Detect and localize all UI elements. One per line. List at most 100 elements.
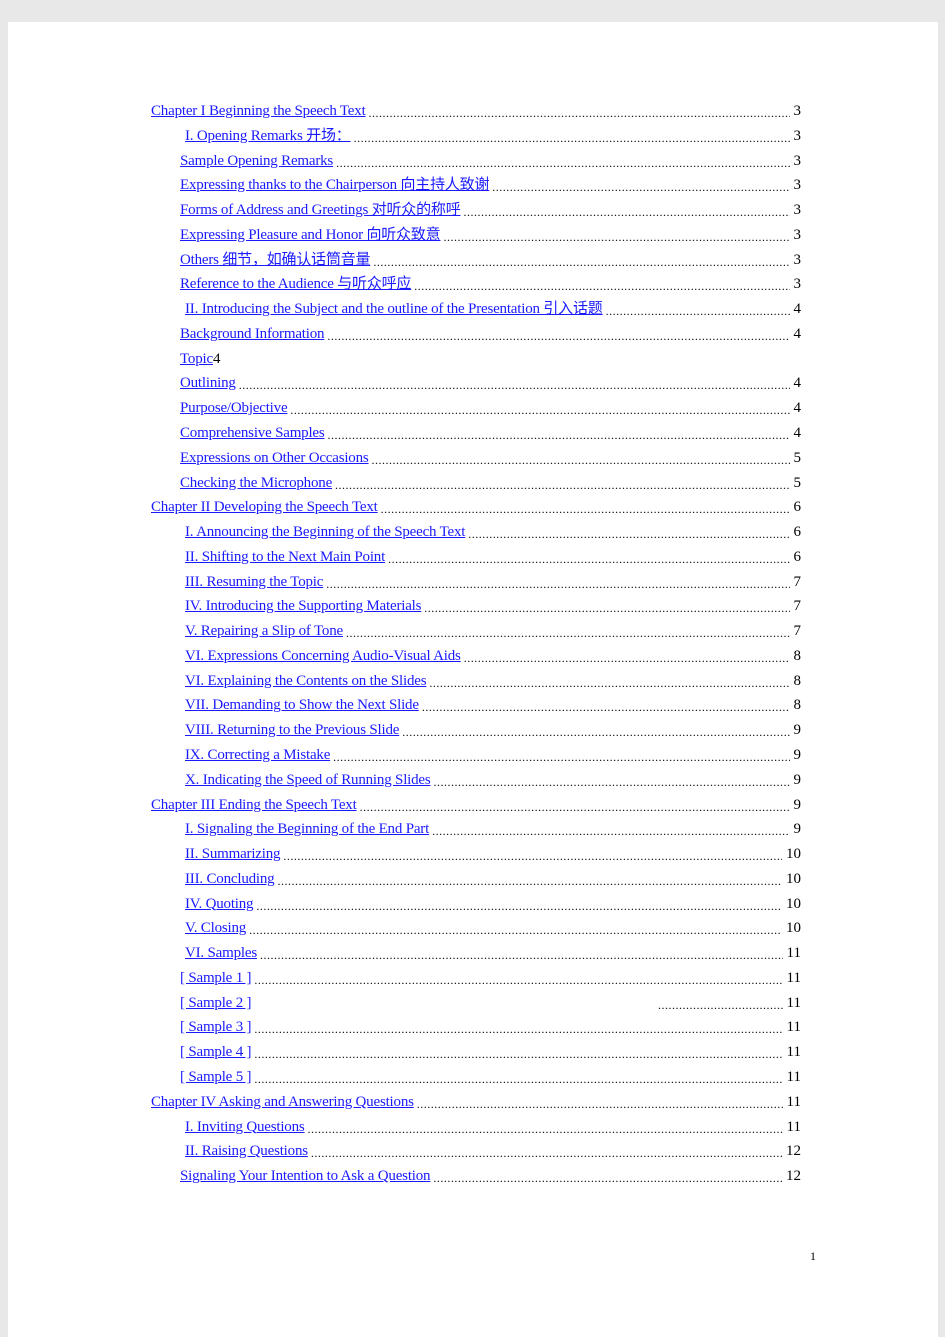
- toc-entry[interactable]: Background Information 4: [180, 323, 801, 343]
- toc-entry[interactable]: Comprehensive Samples 4: [180, 422, 801, 442]
- toc-entry[interactable]: Signaling Your Intention to Ask a Questi…: [180, 1165, 801, 1185]
- toc-link[interactable]: IX. Correcting a Mistake: [185, 746, 330, 764]
- toc-entry[interactable]: V. Repairing a Slip of Tone 7: [185, 620, 801, 640]
- toc-page-number: 11: [786, 994, 801, 1011]
- toc-entry[interactable]: III. Resuming the Topic 7: [185, 571, 801, 591]
- toc-link[interactable]: [ Sample 1 ]: [180, 969, 252, 987]
- toc-entry[interactable]: I. Opening Remarks 开场： 3: [185, 125, 801, 145]
- toc-link[interactable]: V. Repairing a Slip of Tone: [185, 622, 343, 640]
- dot-leader: [417, 1097, 783, 1111]
- toc-entry[interactable]: III. Concluding 10: [185, 868, 801, 888]
- toc-entry[interactable]: Expressing thanks to the Chairperson 向主持…: [180, 174, 801, 194]
- toc-entry[interactable]: IX. Correcting a Mistake 9: [185, 744, 801, 764]
- toc-entry[interactable]: [ Sample 4 ] 11: [180, 1041, 801, 1061]
- toc-entry[interactable]: II. Shifting to the Next Main Point 6: [185, 546, 801, 566]
- toc-page-number: 7: [793, 623, 802, 640]
- toc-link[interactable]: Purpose/Objective: [180, 399, 288, 417]
- toc-link[interactable]: VII. Demanding to Show the Next Slide: [185, 696, 419, 714]
- toc-link[interactable]: Background Information: [180, 325, 325, 343]
- toc-link[interactable]: IV. Quoting: [185, 895, 254, 913]
- toc-page-number: 11: [786, 1019, 801, 1036]
- toc-entry[interactable]: [ Sample 3 ] 11: [180, 1016, 801, 1036]
- toc-link[interactable]: III. Resuming the Topic: [185, 573, 323, 591]
- toc-page-number: 11: [786, 1044, 801, 1061]
- toc-entry[interactable]: Checking the Microphone 5: [180, 472, 801, 492]
- toc-link[interactable]: VI. Explaining the Contents on the Slide…: [185, 672, 427, 690]
- toc-entry[interactable]: VI. Expressions Concerning Audio-Visual …: [185, 645, 801, 665]
- toc-page-number: 3: [793, 152, 802, 169]
- toc-link[interactable]: Expressions on Other Occasions: [180, 449, 369, 467]
- toc-link[interactable]: Expressing thanks to the Chairperson 向主持…: [180, 176, 489, 194]
- toc-link[interactable]: II. Introducing the Subject and the outl…: [185, 300, 603, 318]
- toc-entry[interactable]: Outlining 4: [180, 372, 801, 392]
- toc-entry[interactable]: I. Announcing the Beginning of the Speec…: [185, 521, 801, 541]
- toc-link[interactable]: [ Sample 3 ]: [180, 1018, 252, 1036]
- toc-link[interactable]: [ Sample 2 ]: [180, 994, 655, 1012]
- toc-link[interactable]: Outlining: [180, 374, 236, 392]
- toc-link[interactable]: Chapter IV Asking and Answering Question…: [151, 1093, 414, 1111]
- toc-link[interactable]: Sample Opening Remarks: [180, 152, 333, 170]
- toc-link[interactable]: Chapter III Ending the Speech Text: [151, 796, 357, 814]
- toc-entry[interactable]: Others 细节，如确认话筒音量 3: [180, 249, 801, 269]
- toc-entry[interactable]: Topic 4: [180, 348, 220, 368]
- toc-entry[interactable]: Reference to the Audience 与听众呼应 3: [180, 273, 801, 293]
- toc-entry[interactable]: VI. Samples 11: [185, 942, 801, 962]
- toc-entry[interactable]: VIII. Returning to the Previous Slide 9: [185, 719, 801, 739]
- toc-entry[interactable]: I. Inviting Questions 11: [185, 1116, 801, 1136]
- toc-entry[interactable]: II. Summarizing 10: [185, 843, 801, 863]
- toc-page-number: 9: [793, 747, 802, 764]
- toc-entry[interactable]: IV. Quoting 10: [185, 893, 801, 913]
- toc-entry[interactable]: X. Indicating the Speed of Running Slide…: [185, 769, 801, 789]
- toc-link[interactable]: Forms of Address and Greetings 对听众的称呼: [180, 201, 461, 219]
- toc-link[interactable]: I. Opening Remarks 开场：: [185, 127, 351, 145]
- toc-entry[interactable]: II. Raising Questions 12: [185, 1140, 801, 1160]
- toc-entry[interactable]: [ Sample 1 ] 11: [180, 967, 801, 987]
- toc-link[interactable]: Chapter II Developing the Speech Text: [151, 498, 378, 516]
- toc-entry[interactable]: II. Introducing the Subject and the outl…: [185, 298, 801, 318]
- toc-entry[interactable]: Chapter I Beginning the Speech Text 3: [151, 100, 801, 120]
- toc-entry[interactable]: IV. Introducing the Supporting Materials…: [185, 595, 801, 615]
- toc-entry[interactable]: VI. Explaining the Contents on the Slide…: [185, 670, 801, 690]
- toc-entry[interactable]: VII. Demanding to Show the Next Slide 8: [185, 694, 801, 714]
- toc-link[interactable]: Chapter I Beginning the Speech Text: [151, 102, 366, 120]
- toc-entry[interactable]: Forms of Address and Greetings 对听众的称呼 3: [180, 199, 801, 219]
- toc-entry[interactable]: Expressing Pleasure and Honor 向听众致意 3: [180, 224, 801, 244]
- toc-entry[interactable]: [ Sample 2 ] 11: [180, 992, 801, 1012]
- toc-entry[interactable]: Chapter III Ending the Speech Text 9: [151, 794, 801, 814]
- toc-link[interactable]: II. Summarizing: [185, 845, 281, 863]
- dot-leader: [432, 824, 789, 838]
- dot-leader: [433, 1171, 782, 1185]
- toc-link[interactable]: Expressing Pleasure and Honor 向听众致意: [180, 226, 441, 244]
- toc-entry[interactable]: [ Sample 5 ] 11: [180, 1066, 801, 1086]
- toc-link[interactable]: Signaling Your Intention to Ask a Questi…: [180, 1167, 431, 1185]
- toc-entry[interactable]: Purpose/Objective 4: [180, 397, 801, 417]
- toc-link[interactable]: [ Sample 5 ]: [180, 1068, 252, 1086]
- toc-entry[interactable]: V. Closing 10: [185, 917, 801, 937]
- toc-link[interactable]: IV. Introducing the Supporting Materials: [185, 597, 421, 615]
- toc-link[interactable]: III. Concluding: [185, 870, 275, 888]
- toc-entry[interactable]: Chapter IV Asking and Answering Question…: [151, 1091, 801, 1111]
- toc-page-number: 11: [786, 1118, 801, 1135]
- toc-entry[interactable]: Expressions on Other Occasions 5: [180, 447, 801, 467]
- dot-leader: [424, 601, 789, 615]
- toc-link[interactable]: VI. Samples: [185, 944, 257, 962]
- toc-page-number: 5: [793, 474, 802, 491]
- toc-link[interactable]: Reference to the Audience 与听众呼应: [180, 275, 411, 293]
- toc-link[interactable]: VIII. Returning to the Previous Slide: [185, 721, 399, 739]
- toc-link[interactable]: I. Signaling the Beginning of the End Pa…: [185, 820, 429, 838]
- toc-link[interactable]: Topic: [180, 350, 213, 368]
- toc-link[interactable]: I. Announcing the Beginning of the Speec…: [185, 523, 465, 541]
- toc-link[interactable]: VI. Expressions Concerning Audio-Visual …: [185, 647, 461, 665]
- toc-link[interactable]: II. Raising Questions: [185, 1142, 308, 1160]
- toc-entry[interactable]: Chapter II Developing the Speech Text 6: [151, 496, 801, 516]
- toc-link[interactable]: II. Shifting to the Next Main Point: [185, 548, 385, 566]
- toc-link[interactable]: I. Inviting Questions: [185, 1118, 305, 1136]
- toc-entry[interactable]: Sample Opening Remarks 3: [180, 150, 801, 170]
- toc-link[interactable]: X. Indicating the Speed of Running Slide…: [185, 771, 431, 789]
- toc-link[interactable]: Others 细节，如确认话筒音量: [180, 251, 371, 269]
- toc-link[interactable]: V. Closing: [185, 919, 246, 937]
- toc-link[interactable]: Checking the Microphone: [180, 474, 332, 492]
- toc-entry[interactable]: I. Signaling the Beginning of the End Pa…: [185, 818, 801, 838]
- toc-link[interactable]: Comprehensive Samples: [180, 424, 325, 442]
- toc-link[interactable]: [ Sample 4 ]: [180, 1043, 252, 1061]
